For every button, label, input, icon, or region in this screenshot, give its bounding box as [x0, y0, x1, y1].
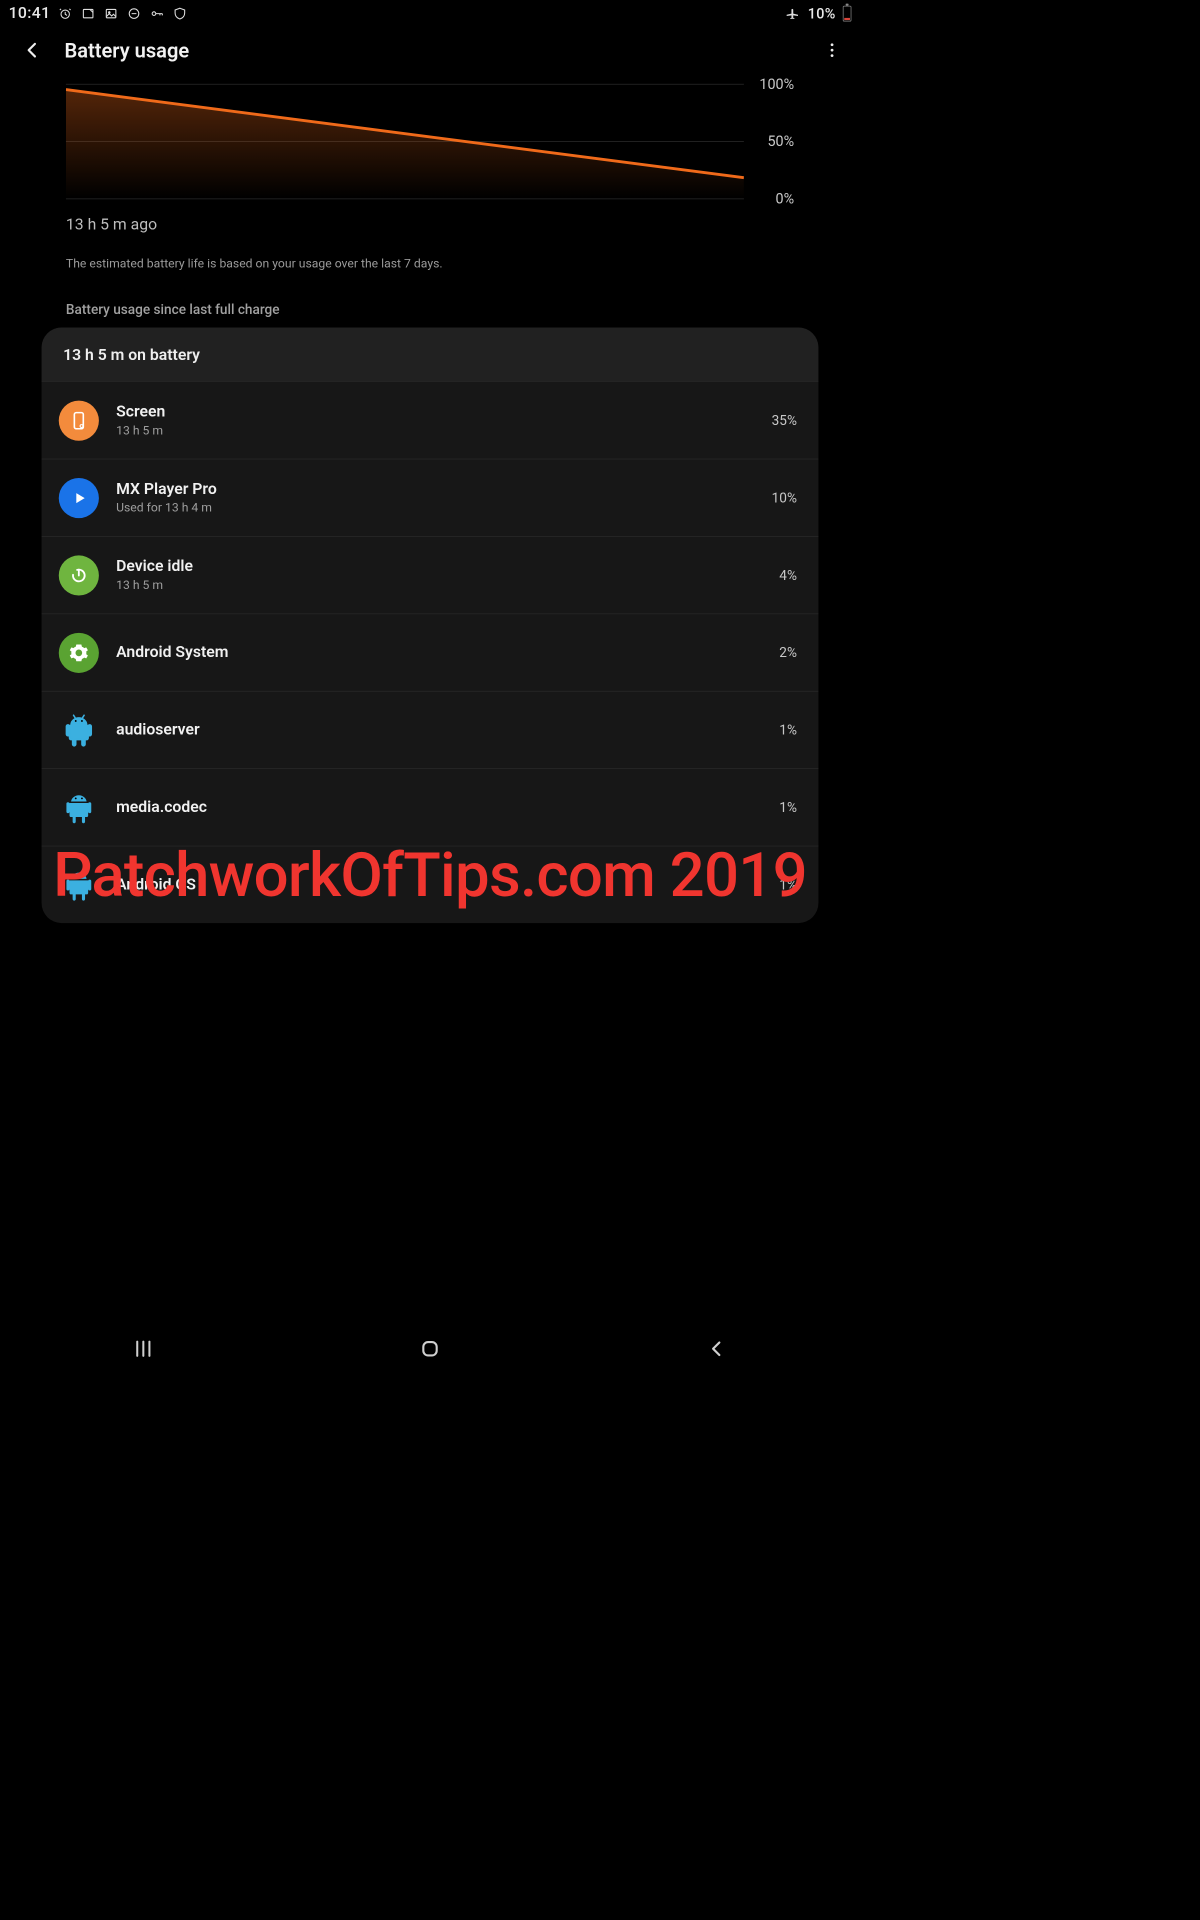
screen-icon: [59, 400, 99, 440]
status-battery-text: 10%: [808, 5, 836, 22]
usage-row-audioserver[interactable]: audioserver 1%: [42, 691, 819, 768]
card-header: 13 h 5 m on battery: [42, 328, 819, 382]
usage-row-androidos[interactable]: Android OS 1%: [42, 846, 819, 923]
gear-icon: [59, 632, 99, 672]
row-sub: 13 h 5 m: [116, 424, 754, 438]
chart-time-ago: 13 h 5 m ago: [66, 216, 794, 234]
android-icon: [59, 865, 99, 905]
status-time: 10:41: [9, 4, 51, 22]
nav-recents-button[interactable]: [122, 1334, 165, 1363]
power-icon: [59, 555, 99, 595]
usage-row-idle[interactable]: Device idle 13 h 5 m 4%: [42, 536, 819, 613]
row-pct: 4%: [779, 567, 797, 583]
chart-ylabel-100: 100%: [759, 75, 794, 92]
status-left: 10:41: [9, 4, 188, 22]
title-bar: Battery usage: [0, 25, 860, 84]
chart-ylabel-50: 50%: [767, 133, 794, 150]
chart-line: [66, 84, 744, 199]
nav-back-button[interactable]: [695, 1334, 738, 1363]
usage-row-mxplayer[interactable]: MX Player Pro Used for 13 h 4 m 10%: [42, 459, 819, 536]
page-title: Battery usage: [65, 38, 800, 62]
play-icon: [59, 478, 99, 518]
row-sub: Used for 13 h 4 m: [116, 501, 754, 515]
row-pct: 10%: [772, 489, 797, 505]
back-button[interactable]: [20, 38, 44, 62]
shield-icon: [172, 5, 188, 21]
alarm-icon: [58, 5, 74, 21]
vpn-icon: [149, 5, 165, 21]
row-title: MX Player Pro: [116, 480, 754, 498]
chart-section: 100% 50% 0% 13 h 5 m ago The estimated b…: [0, 84, 860, 318]
row-sub: 13 h 5 m: [116, 578, 762, 592]
usage-card: 13 h 5 m on battery Screen 13 h 5 m 35% …: [42, 328, 819, 924]
section-label: Battery usage since last full charge: [66, 301, 794, 317]
airplane-icon: [785, 5, 801, 21]
navigation-bar: [0, 1322, 860, 1376]
status-right: 10%: [785, 5, 852, 22]
row-title: Device idle: [116, 558, 762, 576]
row-pct: 1%: [779, 799, 797, 815]
usage-row-mediacodec[interactable]: media.codec 1%: [42, 768, 819, 845]
battery-chart[interactable]: 100% 50% 0%: [66, 84, 794, 199]
usage-row-screen[interactable]: Screen 13 h 5 m 35%: [42, 381, 819, 458]
row-pct: 1%: [779, 876, 797, 892]
usage-row-system[interactable]: Android System 2%: [42, 613, 819, 690]
status-bar: 10:41 10%: [0, 0, 860, 25]
chart-note: The estimated battery life is based on y…: [66, 257, 794, 271]
android-icon: [59, 710, 99, 750]
row-title: Android System: [116, 644, 762, 662]
row-pct: 2%: [779, 644, 797, 660]
row-pct: 1%: [779, 722, 797, 738]
android-icon: [59, 787, 99, 827]
chart-ylabel-0: 0%: [776, 190, 795, 207]
battery-icon: [843, 5, 852, 21]
row-title: Android OS: [116, 876, 762, 894]
row-title: Screen: [116, 403, 754, 421]
nav-home-button[interactable]: [409, 1334, 452, 1363]
row-pct: 35%: [772, 412, 797, 428]
dnd-icon: [126, 5, 142, 21]
more-button[interactable]: [820, 38, 844, 62]
row-title: audioserver: [116, 721, 762, 739]
image-icon: [103, 5, 119, 21]
row-title: media.codec: [116, 798, 762, 816]
screenshot-icon: [81, 5, 97, 21]
